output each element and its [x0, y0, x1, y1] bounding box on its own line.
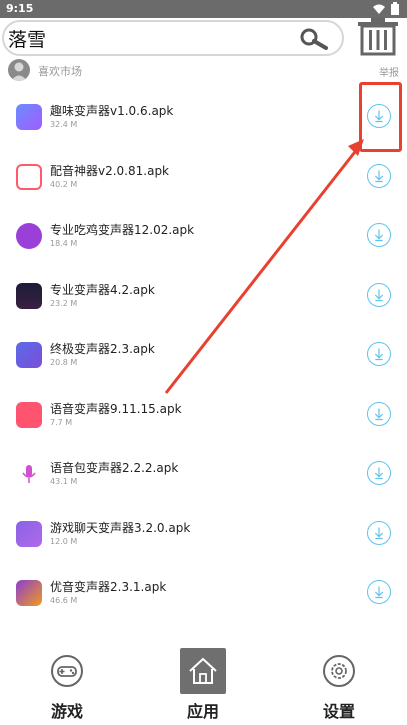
- annotation-arrow-icon: [164, 139, 364, 394]
- tab-apps-label: 应用: [186, 702, 219, 721]
- bottom-nav: 游戏 应用 设置: [0, 640, 407, 725]
- tab-settings-label: 设置: [322, 702, 355, 721]
- home-icon: [189, 657, 217, 684]
- tab-settings[interactable]: 设置: [279, 640, 399, 725]
- tab-games[interactable]: 游戏: [7, 640, 127, 725]
- tab-apps[interactable]: 应用: [143, 640, 263, 725]
- tab-games-label: 游戏: [50, 702, 83, 721]
- gamepad-icon: [51, 655, 83, 687]
- gear-icon: [323, 655, 355, 687]
